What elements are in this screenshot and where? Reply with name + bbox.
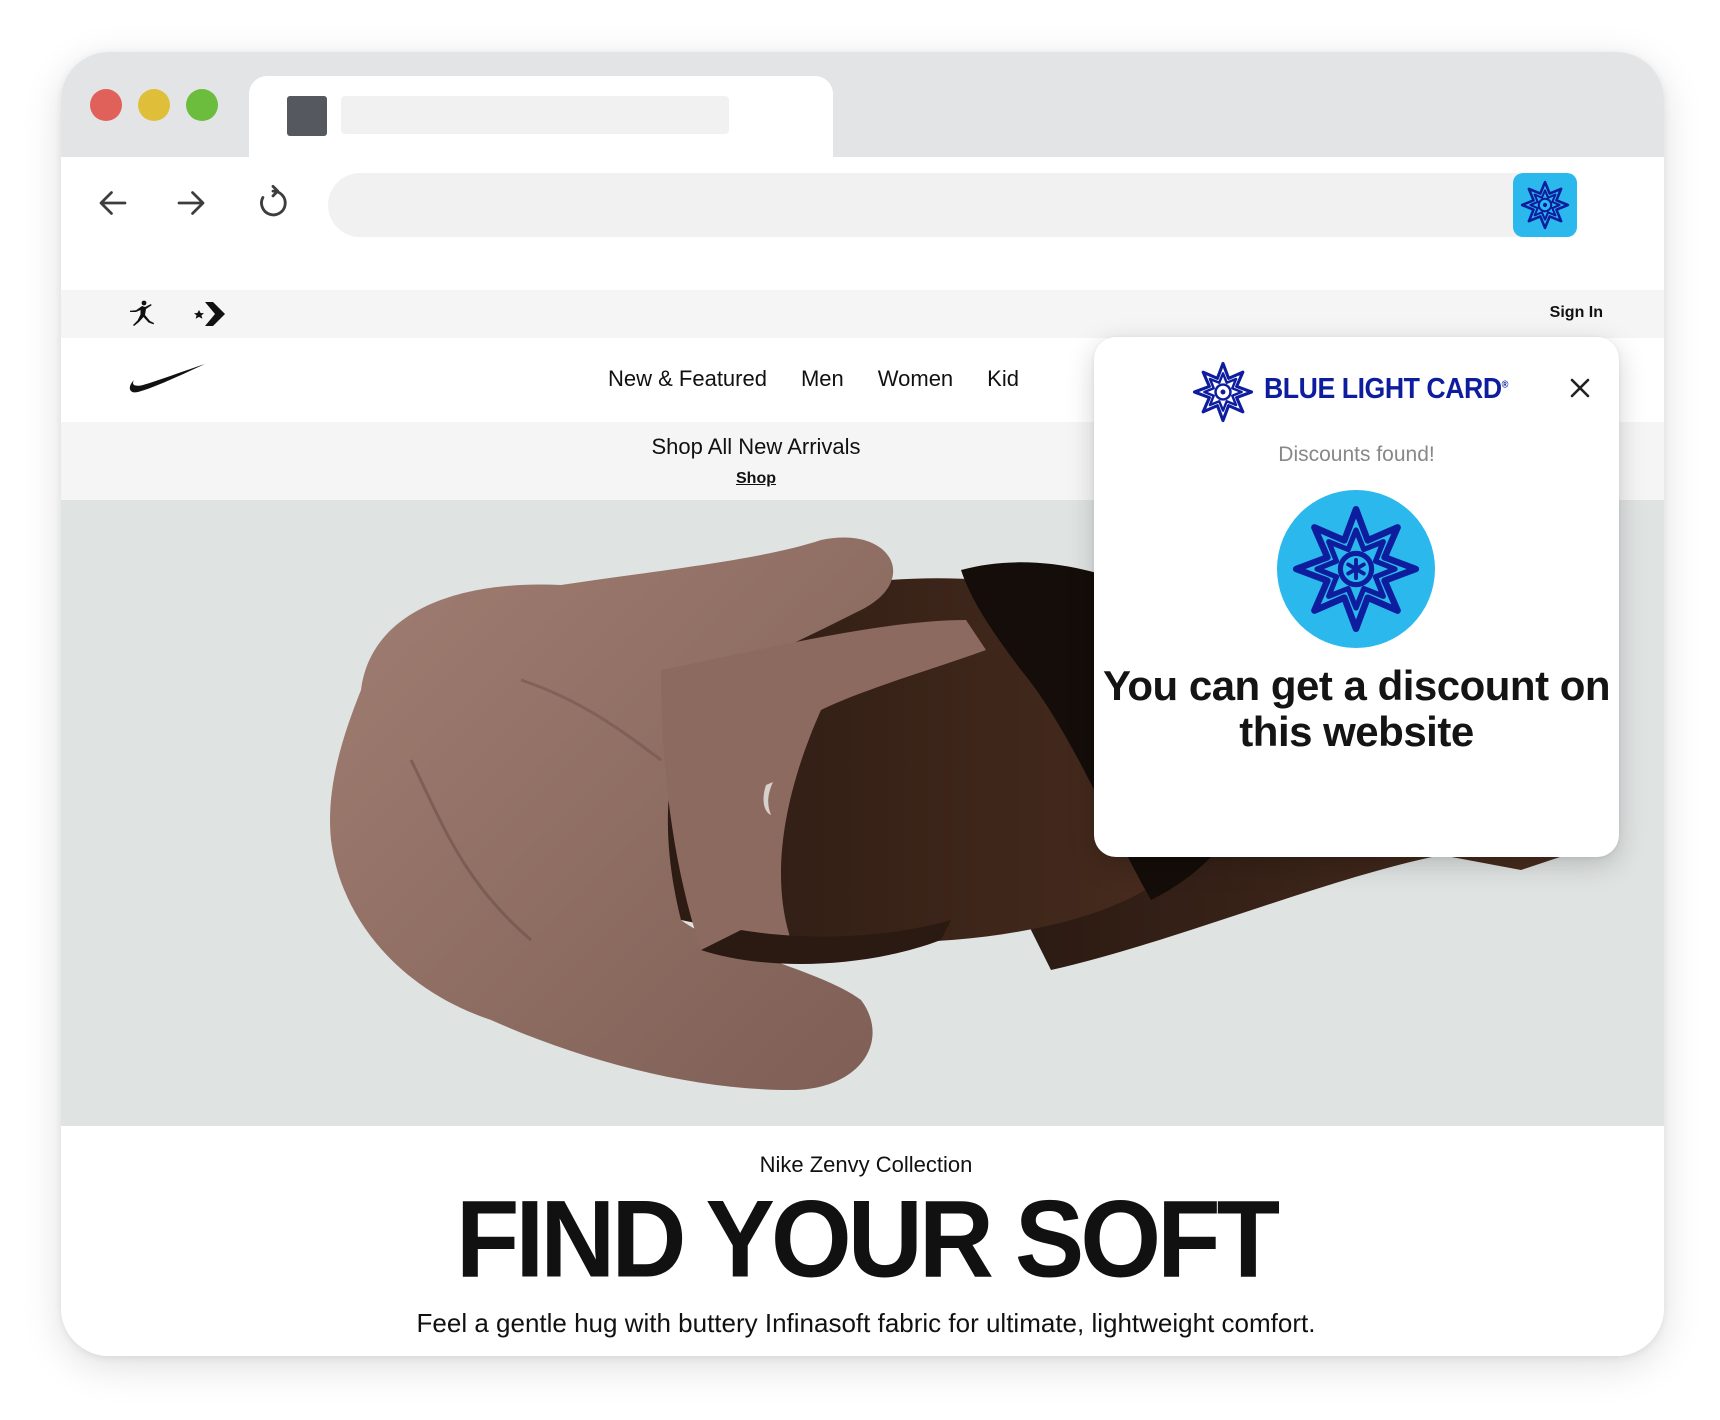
tab-strip	[61, 52, 1664, 166]
blue-light-card-popup: BLUE LIGHT CARD® Discounts found! You ca…	[1094, 337, 1619, 857]
utility-bar: Sign In	[61, 290, 1664, 338]
collection-eyebrow: Nike Zenvy Collection	[759, 1152, 973, 1177]
close-icon	[1570, 378, 1590, 398]
blue-light-card-star-icon	[1292, 505, 1420, 633]
reload-icon	[260, 184, 287, 217]
nav-item-kids[interactable]: Kid	[987, 366, 1019, 392]
nav-item-new-featured[interactable]: New & Featured	[608, 366, 767, 392]
converse-logo-icon[interactable]	[189, 294, 229, 334]
discount-message: You can get a discount on this website	[1102, 662, 1611, 755]
nike-swoosh-logo-icon[interactable]	[125, 360, 207, 396]
favicon-icon	[287, 96, 327, 136]
hero-caption: Nike Zenvy Collection FIND YOUR SOFT Fee…	[61, 1126, 1664, 1356]
hero-subline: Feel a gentle hug with buttery Infinasof…	[416, 1308, 1316, 1338]
arrow-left-icon	[99, 191, 127, 215]
address-bar[interactable]	[328, 173, 1545, 237]
reload-button[interactable]	[249, 179, 297, 227]
popup-close-button[interactable]	[1563, 371, 1597, 405]
registered-mark: ®	[1501, 379, 1509, 391]
tab-title-placeholder	[341, 96, 729, 134]
jordan-logo-icon[interactable]	[122, 294, 162, 334]
hero-headline: FIND YOUR SOFT	[455, 1179, 1280, 1301]
discount-badge	[1277, 490, 1435, 648]
forward-button[interactable]	[167, 179, 215, 227]
maximize-window-button[interactable]	[186, 89, 218, 121]
back-button[interactable]	[89, 179, 137, 227]
popup-brand-name: BLUE LIGHT CARD®	[1264, 373, 1508, 406]
blue-light-card-star-icon	[1192, 361, 1254, 423]
brand-text: BLUE LIGHT CARD	[1264, 373, 1502, 405]
close-window-button[interactable]	[90, 89, 122, 121]
nav-item-men[interactable]: Men	[801, 366, 844, 392]
blue-light-card-extension-button[interactable]	[1513, 173, 1577, 237]
browser-window: Sign In New & Featured Men Women Kid Sho…	[61, 52, 1664, 1356]
blue-light-card-star-icon	[1520, 180, 1570, 230]
sign-in-link[interactable]: Sign In	[1550, 304, 1603, 322]
nav-item-women[interactable]: Women	[878, 366, 953, 392]
discount-status: Discounts found!	[1278, 443, 1435, 466]
arrow-right-icon	[177, 191, 205, 215]
browser-toolbar	[61, 157, 1664, 290]
minimize-window-button[interactable]	[138, 89, 170, 121]
nav-links: New & Featured Men Women Kid	[608, 366, 1019, 392]
active-tab[interactable]	[249, 76, 833, 166]
